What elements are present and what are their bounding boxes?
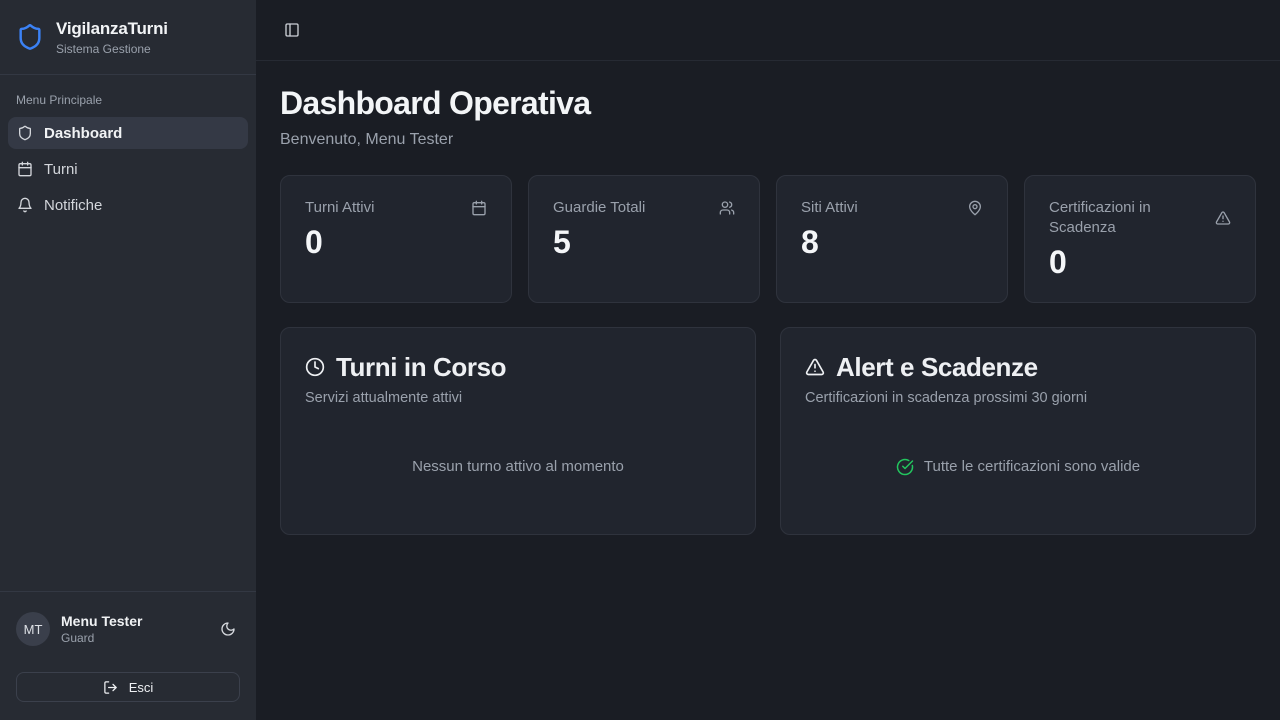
sidebar-item-label: Notifiche: [44, 197, 102, 214]
stat-card-header: Guardie Totali: [553, 198, 735, 218]
stat-card-siti-attivi: Siti Attivi 8: [776, 175, 1008, 303]
panel-title: Alert e Scadenze: [836, 352, 1038, 383]
stat-value: 8: [801, 224, 983, 261]
menu-section-label: Menu Principale: [0, 75, 256, 117]
panel-subtitle: Certificazioni in scadenza prossimi 30 g…: [805, 390, 1231, 406]
users-icon: [719, 200, 735, 216]
stat-label: Siti Attivi: [801, 198, 858, 218]
calendar-icon: [471, 200, 487, 216]
panel-left-icon: [284, 22, 300, 38]
stat-card-header: Turni Attivi: [305, 198, 487, 218]
app-subtitle: Sistema Gestione: [56, 42, 168, 56]
user-meta: Menu Tester Guard: [61, 613, 205, 645]
bell-icon: [17, 197, 33, 213]
theme-toggle-button[interactable]: [216, 617, 240, 641]
panel-turni-in-corso: Turni in Corso Servizi attualmente attiv…: [280, 327, 756, 535]
logout-label: Esci: [129, 680, 154, 695]
app-titles: VigilanzaTurni Sistema Gestione: [56, 19, 168, 56]
sidebar-item-label: Turni: [44, 161, 78, 178]
panels-grid: Turni in Corso Servizi attualmente attiv…: [280, 327, 1256, 535]
stat-card-guardie-totali: Guardie Totali 5: [528, 175, 760, 303]
panel-subtitle: Servizi attualmente attivi: [305, 390, 731, 406]
stat-card-header: Siti Attivi: [801, 198, 983, 218]
user-role: Guard: [61, 631, 205, 645]
stat-value: 0: [305, 224, 487, 261]
alert-triangle-icon: [805, 357, 825, 377]
empty-state-text: Tutte le certificazioni sono valide: [924, 458, 1140, 475]
panel-title-row: Alert e Scadenze: [805, 352, 1231, 383]
stat-label: Guardie Totali: [553, 198, 645, 218]
logout-icon: [103, 680, 118, 695]
shield-icon: [17, 125, 33, 141]
empty-state: Nessun turno attivo al momento: [305, 406, 731, 510]
user-row: MT Menu Tester Guard: [16, 612, 240, 646]
sidebar-spacer: [0, 221, 256, 591]
panel-title: Turni in Corso: [336, 352, 506, 383]
sidebar-item-label: Dashboard: [44, 125, 122, 142]
app-title: VigilanzaTurni: [56, 19, 168, 39]
sidebar-toggle-button[interactable]: [280, 18, 304, 42]
sidebar: VigilanzaTurni Sistema Gestione Menu Pri…: [0, 0, 256, 720]
empty-state-text: Nessun turno attivo al momento: [412, 458, 624, 475]
page-content: Dashboard Operativa Benvenuto, Menu Test…: [256, 61, 1280, 559]
topbar: [256, 0, 1280, 61]
logout-button[interactable]: Esci: [16, 672, 240, 702]
stat-card-certificazioni: Certificazioni in Scadenza 0: [1024, 175, 1256, 303]
alert-triangle-icon: [1215, 210, 1231, 226]
sidebar-footer: MT Menu Tester Guard Esci: [0, 591, 256, 720]
page-title: Dashboard Operativa: [280, 85, 1256, 122]
sidebar-item-notifiche[interactable]: Notifiche: [8, 189, 248, 221]
stat-value: 0: [1049, 244, 1231, 281]
sidebar-nav: Dashboard Turni Notifiche: [0, 117, 256, 221]
welcome-text: Benvenuto, Menu Tester: [280, 131, 1256, 149]
panel-alert-scadenze: Alert e Scadenze Certificazioni in scade…: [780, 327, 1256, 535]
panel-title-row: Turni in Corso: [305, 352, 731, 383]
user-name: Menu Tester: [61, 613, 205, 629]
sidebar-item-dashboard[interactable]: Dashboard: [8, 117, 248, 149]
app-header: VigilanzaTurni Sistema Gestione: [0, 0, 256, 75]
map-pin-icon: [967, 200, 983, 216]
main-area: Dashboard Operativa Benvenuto, Menu Test…: [256, 0, 1280, 720]
empty-state: Tutte le certificazioni sono valide: [805, 406, 1231, 510]
calendar-icon: [17, 161, 33, 177]
shield-logo-icon: [16, 23, 44, 51]
moon-icon: [220, 621, 236, 637]
sidebar-item-turni[interactable]: Turni: [8, 153, 248, 185]
stats-grid: Turni Attivi 0 Guardie Totali 5: [280, 175, 1256, 303]
avatar: MT: [16, 612, 50, 646]
clock-icon: [305, 357, 325, 377]
stat-card-turni-attivi: Turni Attivi 0: [280, 175, 512, 303]
circle-check-icon: [896, 458, 914, 476]
stat-label: Turni Attivi: [305, 198, 374, 218]
stat-card-header: Certificazioni in Scadenza: [1049, 198, 1231, 238]
stat-label: Certificazioni in Scadenza: [1049, 198, 1205, 238]
stat-value: 5: [553, 224, 735, 261]
